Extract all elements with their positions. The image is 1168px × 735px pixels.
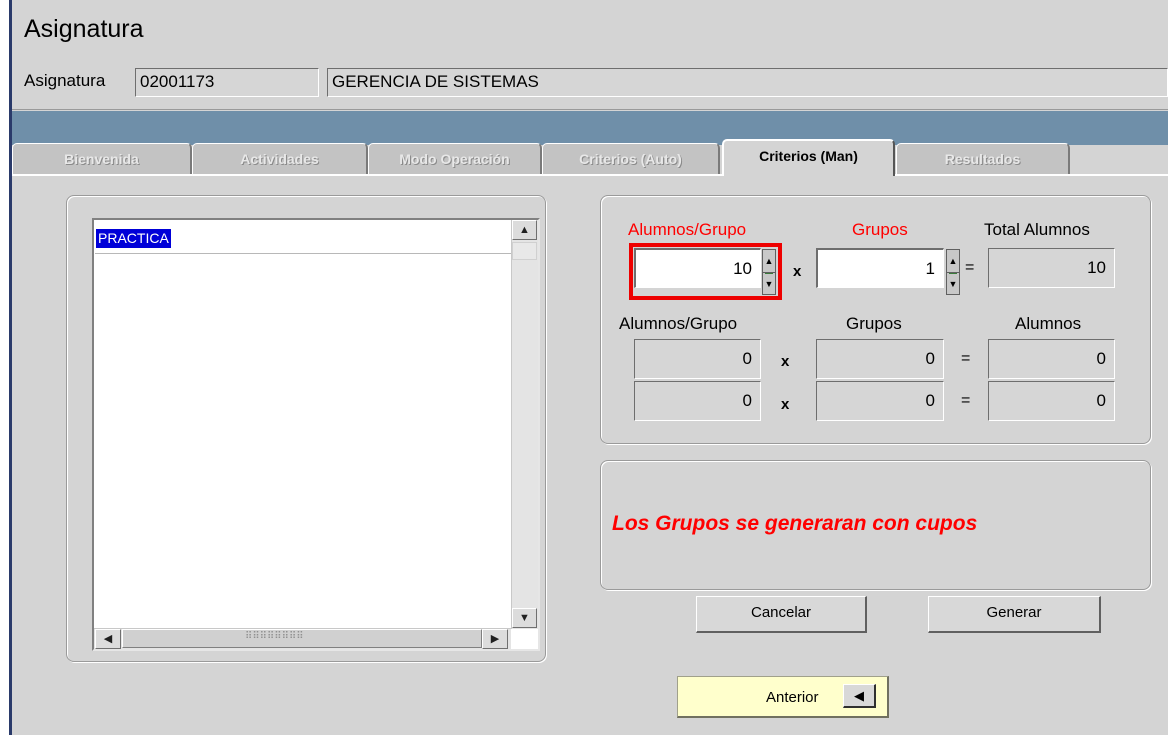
spin-down-icon[interactable]: ▼ xyxy=(947,272,959,295)
grupos-input[interactable]: 1 xyxy=(816,248,944,288)
multiply-sign: x xyxy=(793,263,802,280)
scroll-thumb[interactable] xyxy=(512,242,537,260)
tab-modo-operacion[interactable]: Modo Operación xyxy=(368,143,542,175)
multiply-sign: x xyxy=(781,353,790,370)
total-alumnos-field: 10 xyxy=(988,248,1115,288)
arrow-left-icon[interactable]: ◀ xyxy=(843,684,876,708)
alumnos-label: Alumnos xyxy=(1015,314,1082,333)
tab-actividades[interactable]: Actividades xyxy=(192,143,368,175)
grupos-label-2: Grupos xyxy=(846,314,902,333)
tab-bienvenida[interactable]: Bienvenida xyxy=(12,143,192,175)
scroll-right-icon[interactable]: ▶ xyxy=(482,629,508,649)
alumnos-field-row3: 0 xyxy=(988,381,1115,421)
scroll-down-icon[interactable]: ▼ xyxy=(512,608,537,628)
generate-button[interactable]: Generar xyxy=(928,596,1101,633)
tab-criterios-auto[interactable]: Criterios (Auto) xyxy=(542,143,720,175)
scroll-grip-icon: ⠿⠿⠿⠿⠿⠿⠿⠿ xyxy=(245,631,304,642)
multiply-sign: x xyxy=(781,396,790,413)
asignatura-name-field[interactable]: GERENCIA DE SISTEMAS xyxy=(327,68,1168,97)
activities-listbox[interactable] xyxy=(92,218,540,651)
grupos-field-row2: 0 xyxy=(816,339,944,379)
tab-criterios-man[interactable]: Criterios (Man) xyxy=(722,139,895,176)
scroll-left-icon[interactable]: ◀ xyxy=(95,629,121,649)
spin-up-icon[interactable]: ▲ xyxy=(763,250,775,272)
status-message: Los Grupos se generaran con cupos xyxy=(612,512,978,535)
scroll-up-icon[interactable]: ▲ xyxy=(512,220,537,240)
alumnos-grupo-label-2: Alumnos/Grupo xyxy=(619,314,738,333)
equals-sign: = xyxy=(965,259,975,276)
previous-button-label: Anterior xyxy=(766,689,819,706)
cancel-button[interactable]: Cancelar xyxy=(696,596,867,633)
equals-sign: = xyxy=(961,350,971,367)
alumnos-grupo-input[interactable]: 10 xyxy=(634,248,761,288)
spin-down-icon[interactable]: ▼ xyxy=(763,272,775,295)
list-item-practica[interactable]: PRACTICA xyxy=(96,229,171,248)
alumnos-grupo-field-row3: 0 xyxy=(634,381,761,421)
grupos-spinner[interactable]: ▲ ▼ xyxy=(946,249,960,295)
alumnos-grupo-label: Alumnos/Grupo xyxy=(628,220,747,239)
header-band xyxy=(12,111,1168,145)
alumnos-grupo-field-row2: 0 xyxy=(634,339,761,379)
window-frame xyxy=(0,0,9,735)
page-title: Asignatura xyxy=(24,15,144,43)
alumnos-grupo-spinner[interactable]: ▲ ▼ xyxy=(762,249,776,295)
spin-up-icon[interactable]: ▲ xyxy=(947,250,959,272)
vertical-scrollbar[interactable]: ▲ ▼ xyxy=(511,220,538,629)
grupos-field-row3: 0 xyxy=(816,381,944,421)
total-alumnos-label: Total Alumnos xyxy=(984,220,1090,239)
alumnos-field-row2: 0 xyxy=(988,339,1115,379)
asignatura-label: Asignatura xyxy=(24,71,106,90)
equals-sign: = xyxy=(961,392,971,409)
asignatura-code-field[interactable]: 02001173 xyxy=(135,68,319,97)
grupos-label: Grupos xyxy=(852,220,908,239)
tab-resultados[interactable]: Resultados xyxy=(896,143,1070,175)
